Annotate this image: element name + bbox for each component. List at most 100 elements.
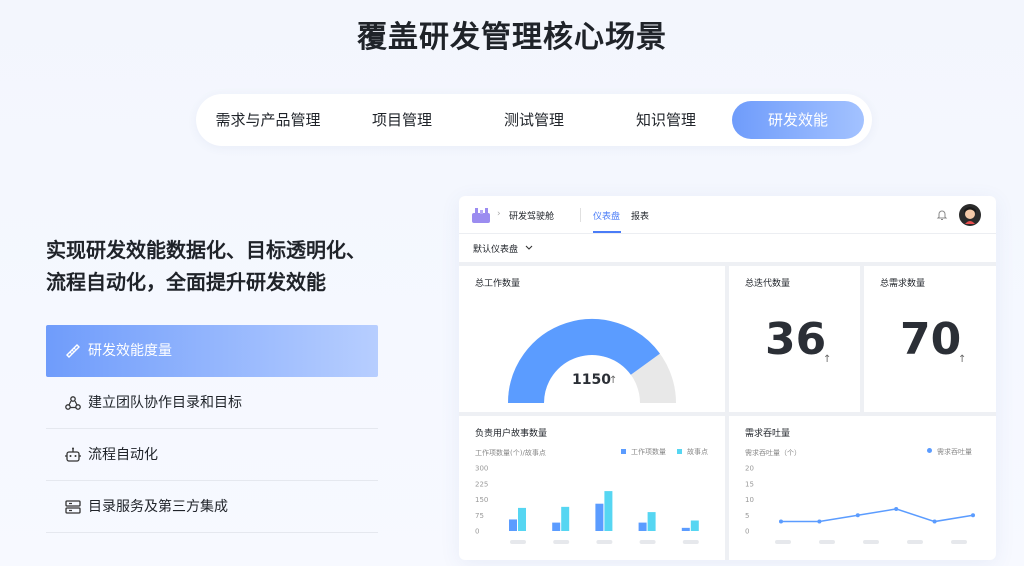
- dashboard-topbar: › 研发驾驶舱 仪表盘 报表: [459, 196, 996, 234]
- bar: [681, 527, 690, 531]
- tab-knowledge[interactable]: 知识管理: [608, 101, 724, 139]
- avatar[interactable]: [959, 204, 981, 226]
- chevron-down-icon[interactable]: [525, 245, 533, 251]
- y-tick-label: 0: [745, 528, 749, 536]
- card-throughput: 需求吞吐量 需求吞吐量（个） 需求吞吐量 20 15 10 5 0: [729, 416, 996, 560]
- y-tick-label: 10: [745, 496, 754, 504]
- arrow-up-icon: ↑: [823, 354, 832, 365]
- x-tick-placeholder: [682, 540, 699, 544]
- tab-efficiency[interactable]: 研发效能: [732, 101, 864, 139]
- tab-reports[interactable]: 报表: [631, 209, 649, 222]
- bar: [595, 503, 604, 531]
- feature-automation[interactable]: 流程自动化: [46, 429, 378, 481]
- gauge-chart: [508, 319, 676, 404]
- legend-label: 工作项数量: [631, 448, 666, 456]
- scenario-tabs: 需求与产品管理 项目管理 测试管理 知识管理 研发效能: [196, 94, 872, 146]
- card-total-requirements: 总需求数量 70 ↑: [864, 266, 996, 412]
- line-chart: 20 15 10 5 0: [745, 465, 975, 544]
- tab-dashboard[interactable]: 仪表盘: [593, 209, 620, 222]
- feature-label: 流程自动化: [88, 447, 158, 463]
- legend-swatch: [677, 449, 682, 454]
- card-total-iterations: 总迭代数量 36 ↑: [729, 266, 860, 412]
- data-point: [971, 513, 975, 518]
- arrow-up-icon: ↑: [609, 375, 618, 386]
- arrow-up-icon: ↑: [958, 354, 967, 365]
- factory-icon: [472, 208, 490, 223]
- dashboard-preview: › 研发驾驶舱 仪表盘 报表 默认仪表盘 总工作数量 1150 ↑ 总迭代数量 …: [459, 196, 996, 560]
- y-tick-label: 300: [475, 465, 488, 473]
- bar: [509, 519, 517, 531]
- chevron-right-icon: ›: [497, 209, 501, 219]
- server-icon: [65, 500, 81, 514]
- tab-requirements[interactable]: 需求与产品管理: [208, 101, 328, 139]
- active-tab-indicator: [593, 231, 621, 233]
- robot-icon: [65, 447, 81, 462]
- x-tick-placeholder: [639, 540, 656, 544]
- bar: [690, 520, 699, 531]
- dashboard-selector[interactable]: 默认仪表盘: [473, 242, 518, 255]
- y-tick-label: 150: [475, 496, 488, 504]
- bell-icon[interactable]: [936, 209, 948, 221]
- y-tick-label: 225: [475, 480, 488, 488]
- feature-directory-integration[interactable]: 目录服务及第三方集成: [46, 481, 378, 533]
- legend-swatch: [927, 448, 932, 453]
- card-user-stories: 负责用户故事数量 工作项数量(个)/故事点 工作项数量 故事点 300 225 15…: [459, 416, 725, 560]
- bar-chart: 300 225 150 75 0: [475, 465, 699, 544]
- legend-label: 故事点: [687, 448, 708, 456]
- x-tick-placeholder: [863, 540, 879, 544]
- bar: [518, 507, 526, 531]
- gauge-fill: [508, 319, 660, 404]
- x-tick-placeholder: [510, 540, 526, 544]
- data-point: [894, 506, 899, 511]
- feature-team-goals[interactable]: 建立团队协作目录和目标: [46, 377, 378, 429]
- feature-label: 目录服务及第三方集成: [88, 499, 228, 515]
- team-icon: [65, 396, 81, 410]
- card-title: 总工作数量: [475, 279, 521, 289]
- y-tick-label: 20: [745, 465, 754, 473]
- x-tick-placeholder: [951, 540, 967, 544]
- divider: [580, 208, 581, 222]
- x-tick-placeholder: [819, 540, 835, 544]
- ruler-icon: [66, 344, 80, 358]
- series-line: [781, 508, 974, 523]
- chart-title: 需求吞吐量: [745, 429, 791, 439]
- headline-line2: 流程自动化，全面提升研发效能: [46, 270, 326, 294]
- tab-project[interactable]: 项目管理: [344, 101, 460, 139]
- x-tick-placeholder: [553, 540, 570, 544]
- legend-swatch: [621, 449, 626, 454]
- data-point: [817, 519, 822, 524]
- y-axis-label: 工作项数量(个)/故事点: [475, 449, 546, 457]
- data-point: [779, 519, 783, 524]
- legend-label: 需求吞吐量: [937, 448, 972, 456]
- feature-label: 研发效能度量: [88, 343, 172, 359]
- y-tick-label: 5: [745, 512, 749, 520]
- y-tick-label: 0: [475, 528, 479, 536]
- bar: [638, 522, 647, 531]
- card-title: 总需求数量: [880, 279, 926, 289]
- card-title: 总迭代数量: [745, 279, 791, 289]
- y-axis-label: 需求吞吐量（个）: [745, 449, 801, 457]
- page-title: 覆盖研发管理核心场景: [357, 20, 667, 55]
- feature-efficiency-metrics[interactable]: 研发效能度量: [46, 325, 378, 377]
- feature-label: 建立团队协作目录和目标: [88, 395, 242, 411]
- bar: [561, 506, 570, 531]
- y-tick-label: 15: [745, 480, 754, 488]
- card-total-work: 总工作数量 1150 ↑: [459, 266, 725, 412]
- data-point: [855, 513, 860, 518]
- bar: [552, 522, 561, 531]
- x-tick-placeholder: [775, 540, 791, 544]
- dashboard-selector-bar: 默认仪表盘: [459, 234, 996, 262]
- tab-testing[interactable]: 测试管理: [476, 101, 592, 139]
- x-tick-placeholder: [907, 540, 923, 544]
- y-tick-label: 75: [475, 512, 484, 520]
- headline-line1: 实现研发效能数据化、目标透明化、: [46, 238, 366, 262]
- feature-list: 研发效能度量 建立团队协作目录和目标 流程自动化 目录服务及第三方集成: [46, 325, 378, 533]
- iterations-value: 36: [765, 314, 827, 365]
- gauge-value: 1150: [572, 372, 611, 388]
- bar: [647, 512, 656, 531]
- x-tick-placeholder: [596, 540, 613, 544]
- headline: 实现研发效能数据化、目标透明化、 流程自动化，全面提升研发效能: [46, 234, 366, 298]
- breadcrumb[interactable]: 研发驾驶舱: [509, 209, 554, 222]
- bar: [604, 491, 613, 531]
- requirements-value: 70: [900, 314, 962, 365]
